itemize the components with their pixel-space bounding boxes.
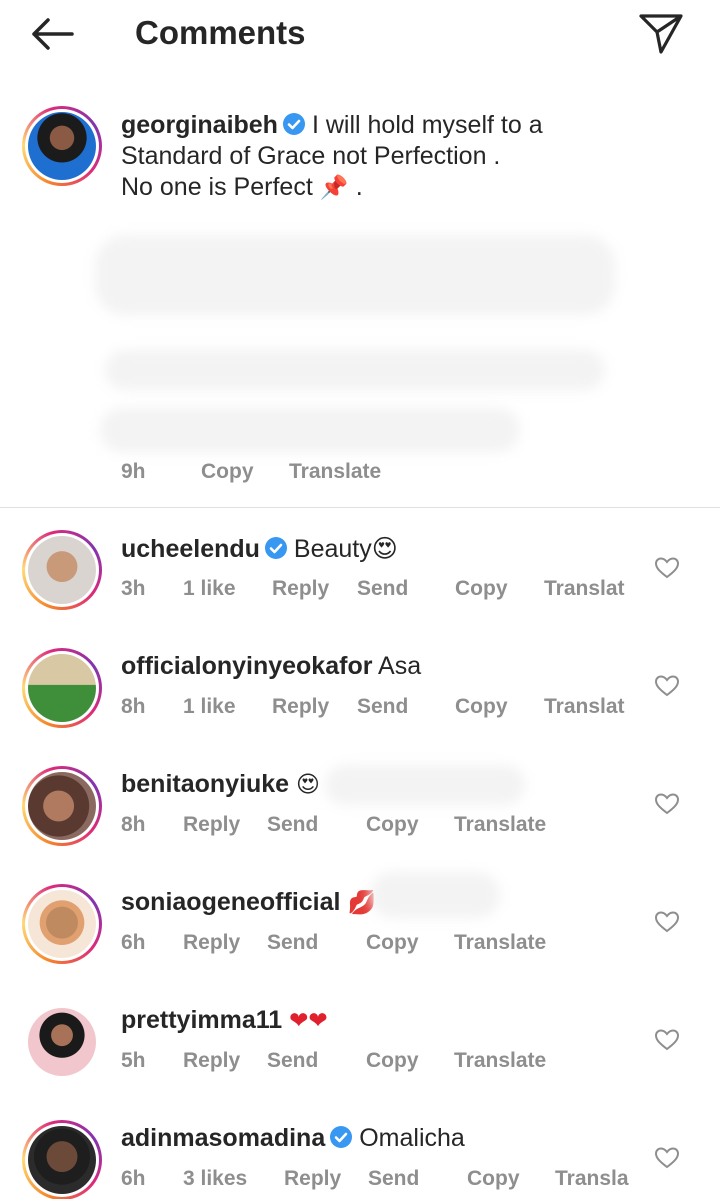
comment-body: officialonyinyeokafor Asa	[121, 652, 421, 681]
translate-button[interactable]: Translate	[454, 931, 546, 955]
comment-time: 3h	[121, 577, 146, 600]
heart-outline-icon[interactable]	[654, 1146, 680, 1170]
heart-outline-icon[interactable]	[654, 556, 680, 580]
header-bar: Comments	[0, 0, 720, 70]
avatar[interactable]	[22, 1002, 102, 1082]
heart-outline-icon[interactable]	[654, 910, 680, 934]
caption-text-line3: No one is Perfect	[121, 173, 313, 201]
comment-text: ❤❤	[289, 1008, 328, 1034]
translate-button[interactable]: Translat	[544, 695, 625, 719]
comment-text: Asa	[378, 652, 422, 680]
translate-button[interactable]: Translat	[544, 577, 625, 601]
redacted-area	[100, 408, 520, 452]
avatar[interactable]	[22, 884, 102, 964]
comment-username[interactable]: officialonyinyeokafor	[121, 652, 372, 680]
send-button[interactable]: Send	[368, 1167, 419, 1191]
comment-username[interactable]: ucheelendu	[121, 535, 260, 563]
comment-time: 6h	[121, 931, 146, 954]
redacted-area	[325, 765, 525, 805]
verified-badge-icon	[329, 1125, 353, 1149]
avatar[interactable]	[22, 648, 102, 728]
copy-button[interactable]: Copy	[366, 813, 419, 837]
translate-button[interactable]: Translate	[289, 460, 381, 484]
comment-username[interactable]: soniaogeneofficial	[121, 888, 340, 916]
divider	[0, 507, 720, 508]
comment-body: benitaonyiuke 😍	[121, 770, 320, 799]
send-button[interactable]: Send	[267, 813, 318, 837]
caption-time: 9h	[121, 460, 146, 483]
comment-body: soniaogeneofficial 💋	[121, 888, 376, 917]
reply-button[interactable]: Reply	[272, 695, 329, 719]
send-button[interactable]: Send	[267, 1049, 318, 1073]
copy-button[interactable]: Copy	[455, 577, 508, 601]
copy-button[interactable]: Copy	[467, 1167, 520, 1191]
comment-text: Omalicha	[359, 1124, 465, 1152]
copy-button[interactable]: Copy	[201, 460, 254, 484]
comment-time: 8h	[121, 813, 146, 836]
copy-button[interactable]: Copy	[366, 931, 419, 955]
comment-time: 6h	[121, 1167, 146, 1190]
reply-button[interactable]: Reply	[183, 931, 240, 955]
comment-text: Beauty😍	[293, 535, 398, 563]
back-arrow-icon[interactable]	[28, 14, 78, 54]
translate-button[interactable]: Translate	[454, 813, 546, 837]
translate-button[interactable]: Transla	[555, 1167, 629, 1191]
likes-count[interactable]: 1 like	[183, 695, 236, 719]
copy-button[interactable]: Copy	[455, 695, 508, 719]
send-button[interactable]: Send	[267, 931, 318, 955]
comment-body: prettyimma11 ❤❤	[121, 1006, 328, 1035]
avatar[interactable]	[22, 106, 102, 186]
send-button[interactable]: Send	[357, 695, 408, 719]
send-button[interactable]: Send	[357, 577, 408, 601]
paper-plane-icon[interactable]	[636, 10, 686, 56]
comment-username[interactable]: benitaonyiuke	[121, 770, 289, 798]
redacted-area	[105, 350, 605, 390]
post-caption: georginaibeh I will hold myself to a Stan…	[121, 110, 681, 204]
comment-body: ucheelendu Beauty😍	[121, 534, 398, 564]
caption-text-line1: I will hold myself to a	[311, 111, 543, 139]
comment-text: 😍	[296, 772, 321, 798]
caption-text-end: 📌 .	[319, 175, 363, 201]
page-title: Comments	[135, 14, 306, 51]
reply-button[interactable]: Reply	[183, 813, 240, 837]
heart-outline-icon[interactable]	[654, 792, 680, 816]
comment-body: adinmasomadina Omalicha	[121, 1124, 465, 1153]
comment-time: 5h	[121, 1049, 146, 1072]
redacted-area	[370, 872, 500, 918]
copy-button[interactable]: Copy	[366, 1049, 419, 1073]
translate-button[interactable]: Translate	[454, 1049, 546, 1073]
likes-count[interactable]: 1 like	[183, 577, 236, 601]
avatar[interactable]	[22, 530, 102, 610]
verified-badge-icon	[282, 112, 306, 136]
comment-username[interactable]: adinmasomadina	[121, 1124, 325, 1152]
reply-button[interactable]: Reply	[272, 577, 329, 601]
likes-count[interactable]: 3 likes	[183, 1167, 247, 1191]
caption-username[interactable]: georginaibeh	[121, 111, 278, 139]
comment-username[interactable]: prettyimma11	[121, 1006, 282, 1034]
caption-text-line2: Standard of Grace not Perfection .	[121, 142, 501, 170]
reply-button[interactable]: Reply	[183, 1049, 240, 1073]
heart-outline-icon[interactable]	[654, 674, 680, 698]
heart-outline-icon[interactable]	[654, 1028, 680, 1052]
comment-time: 8h	[121, 695, 146, 718]
redacted-area	[95, 235, 615, 315]
reply-button[interactable]: Reply	[284, 1167, 341, 1191]
verified-badge-icon	[264, 536, 288, 560]
avatar[interactable]	[22, 766, 102, 846]
avatar[interactable]	[22, 1120, 102, 1199]
